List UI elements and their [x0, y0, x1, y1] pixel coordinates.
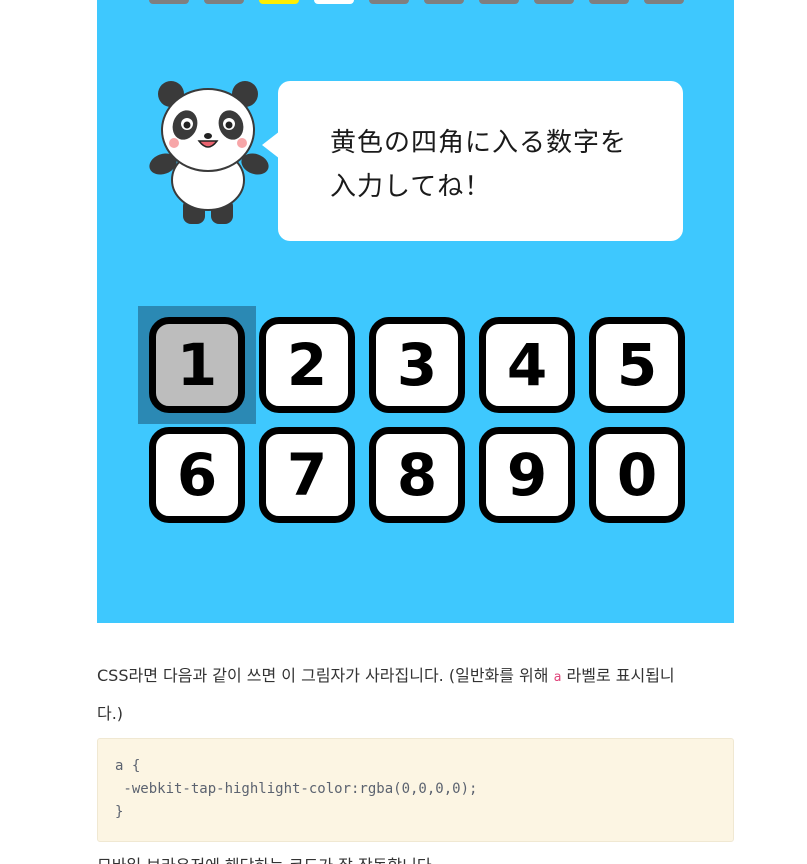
progress-slot: [369, 0, 409, 4]
progress-indicator: [149, 0, 684, 4]
key-8[interactable]: 8: [369, 427, 465, 523]
article-paragraph: CSS라면 다음과 같이 쓰면 이 그림자가 사라집니다. (일반화를 위해 a…: [97, 658, 727, 732]
progress-slot: [479, 0, 519, 4]
instruction-text: 黄色の四角に入る数字を 入力してね！: [330, 121, 660, 209]
progress-slot: [589, 0, 629, 4]
progress-slot: [424, 0, 464, 4]
instruction-line-1: 黄色の四角に入る数字を: [330, 128, 628, 158]
paragraph-text-end: 다.): [97, 704, 124, 723]
key-1[interactable]: 1: [149, 317, 245, 413]
panda-mascot: [149, 81, 269, 224]
key-7[interactable]: 7: [259, 427, 355, 523]
key-2[interactable]: 2: [259, 317, 355, 413]
paragraph-text-cont: 라벨로 표시됩니: [561, 666, 675, 685]
key-4[interactable]: 4: [479, 317, 575, 413]
key-9[interactable]: 9: [479, 427, 575, 523]
instruction-line-2: 入力してね！: [330, 172, 492, 202]
key-5[interactable]: 5: [589, 317, 685, 413]
progress-slot-current: [259, 0, 299, 4]
progress-slot: [534, 0, 574, 4]
paragraph-text: CSS라면 다음과 같이 쓰면 이 그림자가 사라집니다. (일반화를 위해: [97, 666, 554, 685]
key-6[interactable]: 6: [149, 427, 245, 523]
key-3[interactable]: 3: [369, 317, 465, 413]
progress-slot: [149, 0, 189, 4]
next-paragraph-line: 모바일 브라우저에 해당하는 코드가 잘 작동합니다.: [97, 854, 727, 864]
number-keypad: 1 2 3 4 5 6 7 8 9 0: [149, 317, 685, 523]
key-0[interactable]: 0: [589, 427, 685, 523]
quiz-stage: 黄色の四角に入る数字を 入力してね！ 1 2 3 4 5 6 7 8 9 0: [97, 0, 734, 623]
progress-slot: [644, 0, 684, 4]
next-paragraph: 모바일 브라우저에 해당하는 코드가 잘 작동합니다.: [97, 852, 727, 864]
progress-slot: [204, 0, 244, 4]
code-block: a { -webkit-tap-highlight-color:rgba(0,0…: [97, 738, 734, 842]
progress-slot-filled: [314, 0, 354, 4]
speech-bubble: 黄色の四角に入る数字を 入力してね！: [262, 81, 683, 241]
